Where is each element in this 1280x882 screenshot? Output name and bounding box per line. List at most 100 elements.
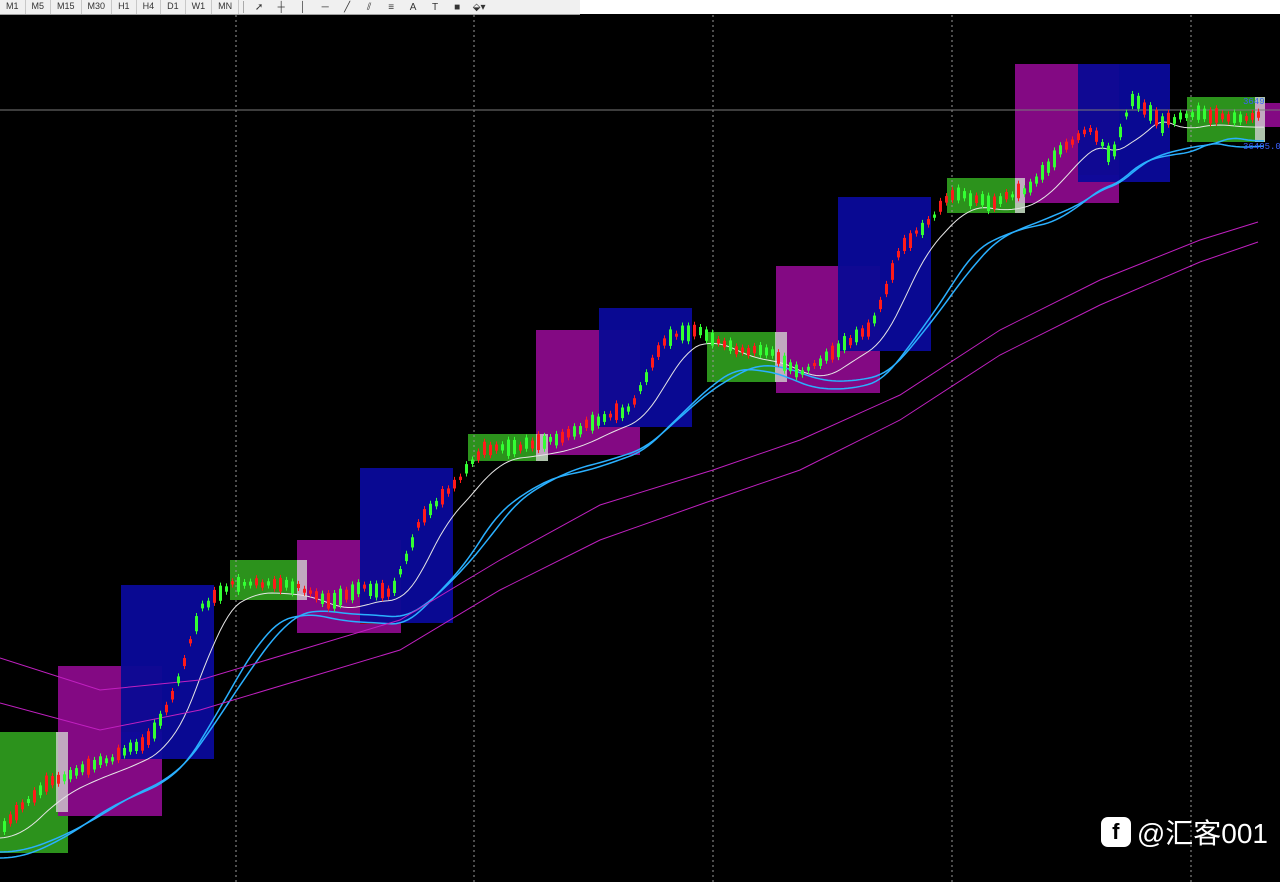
candle-body bbox=[699, 326, 702, 336]
candle-body bbox=[459, 476, 462, 481]
timeframe-m30[interactable]: M30 bbox=[82, 0, 113, 14]
candle-body bbox=[759, 344, 762, 356]
candle-body bbox=[147, 731, 150, 745]
candle-body bbox=[183, 658, 186, 667]
candle-body bbox=[399, 569, 402, 575]
candle-body bbox=[291, 581, 294, 594]
timeframe-w1[interactable]: W1 bbox=[186, 0, 213, 14]
candle-body bbox=[681, 325, 684, 341]
candle-body bbox=[1101, 142, 1104, 147]
candle-body bbox=[189, 639, 192, 644]
timeframe-mn[interactable]: MN bbox=[212, 0, 240, 14]
candle-body bbox=[939, 200, 942, 212]
text-label-icon[interactable]: T bbox=[424, 0, 446, 14]
candle-body bbox=[675, 333, 678, 337]
rectangle-icon[interactable]: ■ bbox=[446, 0, 468, 14]
candle-body bbox=[345, 589, 348, 600]
candle-body bbox=[1185, 113, 1188, 118]
candle-body bbox=[657, 345, 660, 357]
candle-body bbox=[999, 196, 1002, 204]
vertical-line-icon[interactable]: │ bbox=[292, 0, 314, 14]
candle-body bbox=[81, 764, 84, 773]
candle-body bbox=[1167, 112, 1170, 125]
candle-body bbox=[135, 741, 138, 752]
candle-body bbox=[303, 588, 306, 593]
toolbar-separator bbox=[243, 1, 245, 13]
candle-body bbox=[483, 441, 486, 455]
candle-body bbox=[1227, 114, 1230, 122]
candle-body bbox=[1005, 192, 1008, 200]
cursor-icon[interactable]: ➚ bbox=[248, 0, 270, 14]
candle-body bbox=[621, 407, 624, 419]
candle-body bbox=[117, 747, 120, 761]
candle-body bbox=[1197, 105, 1200, 120]
horizontal-line-icon[interactable]: ─ bbox=[314, 0, 336, 14]
candle-body bbox=[723, 340, 726, 348]
timeframe-h1[interactable]: H1 bbox=[112, 0, 137, 14]
shapes-dropdown-icon[interactable]: ⬙▾ bbox=[468, 0, 490, 14]
candle-body bbox=[579, 425, 582, 435]
fibonacci-icon[interactable]: ≡ bbox=[380, 0, 402, 14]
candle-body bbox=[861, 328, 864, 337]
candle-body bbox=[489, 444, 492, 456]
timeframe-d1[interactable]: D1 bbox=[161, 0, 186, 14]
crosshair-icon[interactable]: ┼ bbox=[270, 0, 292, 14]
drawing-tools-group: ➚ ┼ │ ─ ╱ ⫽ ≡ A T ■ ⬙▾ bbox=[248, 0, 490, 14]
candle-body bbox=[1143, 102, 1146, 115]
candle-body bbox=[1155, 110, 1158, 126]
candle-body bbox=[273, 578, 276, 589]
candle-body bbox=[747, 347, 750, 356]
candle-body bbox=[777, 352, 780, 364]
candle-body bbox=[903, 237, 906, 252]
candle-body bbox=[969, 193, 972, 207]
candle-body bbox=[807, 366, 810, 371]
candle-body bbox=[153, 722, 156, 739]
candle-body bbox=[315, 591, 318, 600]
candle-body bbox=[405, 553, 408, 562]
candle-body bbox=[1131, 93, 1134, 107]
session-box bbox=[838, 197, 931, 351]
candle-body bbox=[1173, 117, 1176, 124]
timeframe-m1[interactable]: M1 bbox=[0, 0, 26, 14]
candle-body bbox=[945, 196, 948, 203]
candle-body bbox=[255, 578, 258, 586]
candle-body bbox=[609, 413, 612, 418]
session-box bbox=[360, 468, 453, 623]
candle-body bbox=[843, 336, 846, 351]
candle-body bbox=[231, 581, 234, 585]
candle-body bbox=[819, 358, 822, 366]
candle-body bbox=[207, 600, 210, 608]
candle-body bbox=[549, 436, 552, 442]
channel-icon[interactable]: ⫽ bbox=[358, 0, 380, 14]
candle-body bbox=[669, 329, 672, 346]
candle-body bbox=[711, 332, 714, 346]
candle-body bbox=[33, 790, 36, 803]
candle-body bbox=[525, 437, 528, 449]
candle-body bbox=[603, 414, 606, 422]
timeframe-m5[interactable]: M5 bbox=[26, 0, 52, 14]
candle-body bbox=[279, 577, 282, 592]
trendline-icon[interactable]: ╱ bbox=[336, 0, 358, 14]
candle-body bbox=[1203, 108, 1206, 120]
timeframe-m15[interactable]: M15 bbox=[51, 0, 82, 14]
candle-body bbox=[1053, 150, 1056, 168]
candle-body bbox=[1179, 112, 1182, 120]
candle-body bbox=[555, 433, 558, 446]
timeframe-h4[interactable]: H4 bbox=[137, 0, 162, 14]
candle-body bbox=[1011, 194, 1014, 198]
candle-body bbox=[309, 590, 312, 594]
candle-body bbox=[531, 440, 534, 449]
candle-body bbox=[1077, 133, 1080, 141]
watermark: f @汇客001 bbox=[1100, 812, 1268, 852]
candle-body bbox=[219, 585, 222, 601]
candle-body bbox=[1137, 95, 1140, 109]
candle-body bbox=[1245, 116, 1248, 121]
candle-body bbox=[441, 488, 444, 505]
candle-body bbox=[177, 676, 180, 684]
candle-body bbox=[687, 325, 690, 342]
candle-body bbox=[1047, 161, 1050, 173]
text-icon[interactable]: A bbox=[402, 0, 424, 14]
price-chart[interactable] bbox=[0, 15, 1280, 882]
candle-body bbox=[423, 509, 426, 523]
candle-body bbox=[651, 357, 654, 368]
